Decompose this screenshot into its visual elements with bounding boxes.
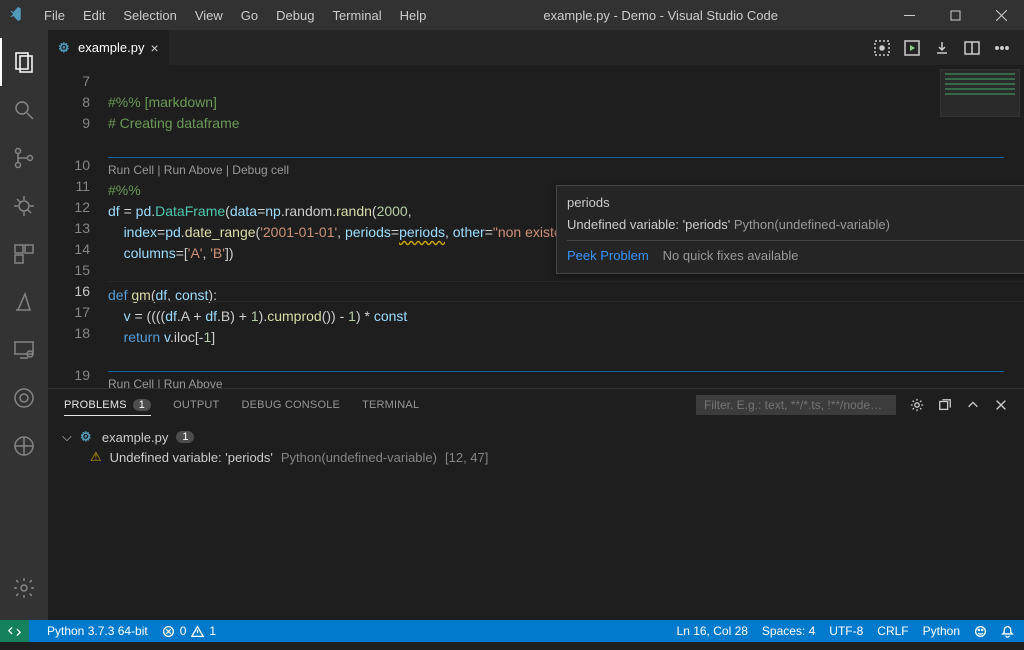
code-line bbox=[108, 266, 112, 282]
debug-icon[interactable] bbox=[0, 182, 48, 230]
status-indentation[interactable]: Spaces: 4 bbox=[762, 624, 815, 638]
problem-file-name: example.py bbox=[102, 430, 168, 445]
problem-location: [12, 47] bbox=[445, 450, 488, 465]
code-editor[interactable]: 789 10111213141516171819 #%% [markdown] … bbox=[48, 65, 1024, 388]
collapse-all-icon[interactable] bbox=[938, 398, 952, 412]
error-icon bbox=[162, 625, 175, 638]
status-problems[interactable]: 0 1 bbox=[162, 624, 216, 638]
tab-bar: ⚙ example.py × bbox=[48, 30, 1024, 65]
hover-message: Undefined variable: 'periods' Python(und… bbox=[567, 214, 1024, 236]
status-eol[interactable]: CRLF bbox=[877, 624, 908, 638]
warning-icon bbox=[191, 625, 204, 638]
menu-go[interactable]: Go bbox=[232, 8, 267, 23]
code-line: columns=['A', 'B']) bbox=[108, 245, 234, 261]
menu-terminal[interactable]: Terminal bbox=[323, 8, 390, 23]
source-control-icon[interactable] bbox=[0, 134, 48, 182]
maximize-button[interactable] bbox=[932, 0, 978, 30]
hover-title: periods bbox=[567, 192, 1024, 214]
code-line: # Creating dataframe bbox=[108, 115, 240, 131]
code-line bbox=[108, 136, 112, 152]
more-icon[interactable] bbox=[994, 40, 1010, 56]
panel-maximize-icon[interactable] bbox=[966, 398, 980, 412]
menu-edit[interactable]: Edit bbox=[74, 8, 114, 23]
code-line: v = ((((df.A + df.B) + 1).cumprod()) - 1… bbox=[108, 308, 407, 324]
menu-view[interactable]: View bbox=[186, 8, 232, 23]
code-line: df = pd.DataFrame(data=np.random.randn(2… bbox=[108, 203, 416, 219]
status-language[interactable]: Python bbox=[923, 624, 960, 638]
minimize-button[interactable] bbox=[886, 0, 932, 30]
test-icon[interactable] bbox=[0, 374, 48, 422]
code-line: #%% bbox=[108, 182, 141, 198]
run-cell-icon[interactable] bbox=[874, 40, 890, 56]
extensions-icon[interactable] bbox=[0, 230, 48, 278]
no-fix-text: No quick fixes available bbox=[663, 248, 799, 263]
menu-file[interactable]: File bbox=[35, 8, 74, 23]
codelens-run-cell[interactable]: Run Cell | Run Above bbox=[108, 371, 1004, 388]
problems-count-badge: 1 bbox=[133, 399, 151, 411]
search-icon[interactable] bbox=[0, 86, 48, 134]
explorer-icon[interactable] bbox=[0, 38, 48, 86]
azure-icon[interactable] bbox=[0, 278, 48, 326]
panel-tabs: Problems1 Output Debug Console Terminal bbox=[48, 389, 1024, 421]
current-line-highlight bbox=[108, 281, 1024, 302]
panel-close-icon[interactable] bbox=[994, 398, 1008, 412]
code-line: #%% [markdown] bbox=[108, 94, 217, 110]
menu-debug[interactable]: Debug bbox=[267, 8, 323, 23]
problem-file-row[interactable]: ⌵ ⚙ example.py 1 bbox=[62, 427, 1010, 447]
vscode-logo bbox=[0, 7, 35, 23]
menu-selection[interactable]: Selection bbox=[114, 8, 185, 23]
file-problem-count: 1 bbox=[176, 431, 194, 443]
filter-input[interactable] bbox=[696, 395, 896, 415]
menu-help[interactable]: Help bbox=[391, 8, 436, 23]
target-icon[interactable] bbox=[0, 422, 48, 470]
bottom-panel: Problems1 Output Debug Console Terminal … bbox=[48, 388, 1024, 620]
tab-output[interactable]: Output bbox=[173, 399, 219, 411]
code-line bbox=[108, 350, 112, 366]
hover-tooltip: periods Undefined variable: 'periods' Py… bbox=[556, 185, 1024, 274]
warning-icon: ⚠ bbox=[90, 449, 102, 465]
tab-debug-console[interactable]: Debug Console bbox=[241, 399, 340, 411]
window-controls bbox=[886, 0, 1024, 30]
window-title: example.py - Demo - Visual Studio Code bbox=[435, 8, 886, 23]
status-python-version[interactable]: Python 3.7.3 64-bit bbox=[47, 624, 148, 638]
tab-example-py[interactable]: ⚙ example.py × bbox=[48, 30, 170, 65]
problems-list: ⌵ ⚙ example.py 1 ⚠ Undefined variable: '… bbox=[48, 421, 1024, 620]
activity-bar bbox=[0, 30, 48, 620]
problem-item[interactable]: ⚠ Undefined variable: 'periods' Python(u… bbox=[62, 447, 1010, 467]
title-bar: File Edit Selection View Go Debug Termin… bbox=[0, 0, 1024, 30]
line-gutter: 789 10111213141516171819 bbox=[48, 65, 108, 388]
peek-problem-link[interactable]: Peek Problem bbox=[567, 248, 649, 263]
python-file-icon: ⚙ bbox=[58, 40, 72, 56]
squiggle-periods: periods bbox=[399, 224, 445, 240]
problem-message: Undefined variable: 'periods' bbox=[110, 450, 273, 465]
remote-explorer-icon[interactable] bbox=[0, 326, 48, 374]
status-encoding[interactable]: UTF-8 bbox=[829, 624, 863, 638]
python-file-icon: ⚙ bbox=[80, 429, 94, 445]
code-line: return v.iloc[-1] bbox=[108, 329, 215, 345]
settings-gear-icon[interactable] bbox=[0, 564, 48, 612]
tab-label: example.py bbox=[78, 40, 144, 55]
status-bar: Python 3.7.3 64-bit 0 1 Ln 16, Col 28 Sp… bbox=[0, 620, 1024, 642]
split-editor-icon[interactable] bbox=[964, 40, 980, 56]
status-feedback-icon[interactable] bbox=[974, 625, 987, 638]
tab-terminal[interactable]: Terminal bbox=[362, 399, 419, 411]
close-button[interactable] bbox=[978, 0, 1024, 30]
problem-source: Python(undefined-variable) bbox=[281, 450, 437, 465]
tab-problems[interactable]: Problems1 bbox=[64, 399, 151, 416]
editor-actions bbox=[874, 30, 1024, 65]
code-line: def gm(df, const): bbox=[108, 287, 217, 303]
download-icon[interactable] bbox=[934, 40, 950, 56]
top-menu: File Edit Selection View Go Debug Termin… bbox=[35, 8, 435, 23]
status-notifications-icon[interactable] bbox=[1001, 625, 1014, 638]
remote-indicator[interactable] bbox=[0, 620, 29, 642]
run-file-icon[interactable] bbox=[904, 40, 920, 56]
codelens-run-cell[interactable]: Run Cell | Run Above | Debug cell bbox=[108, 157, 1004, 176]
chevron-down-icon[interactable]: ⌵ bbox=[62, 429, 72, 445]
filter-settings-icon[interactable] bbox=[910, 398, 924, 412]
status-cursor-position[interactable]: Ln 16, Col 28 bbox=[677, 624, 748, 638]
code-line: index=pd.date_range('2001-01-01', period… bbox=[108, 224, 587, 240]
tab-close-icon[interactable]: × bbox=[150, 40, 158, 56]
